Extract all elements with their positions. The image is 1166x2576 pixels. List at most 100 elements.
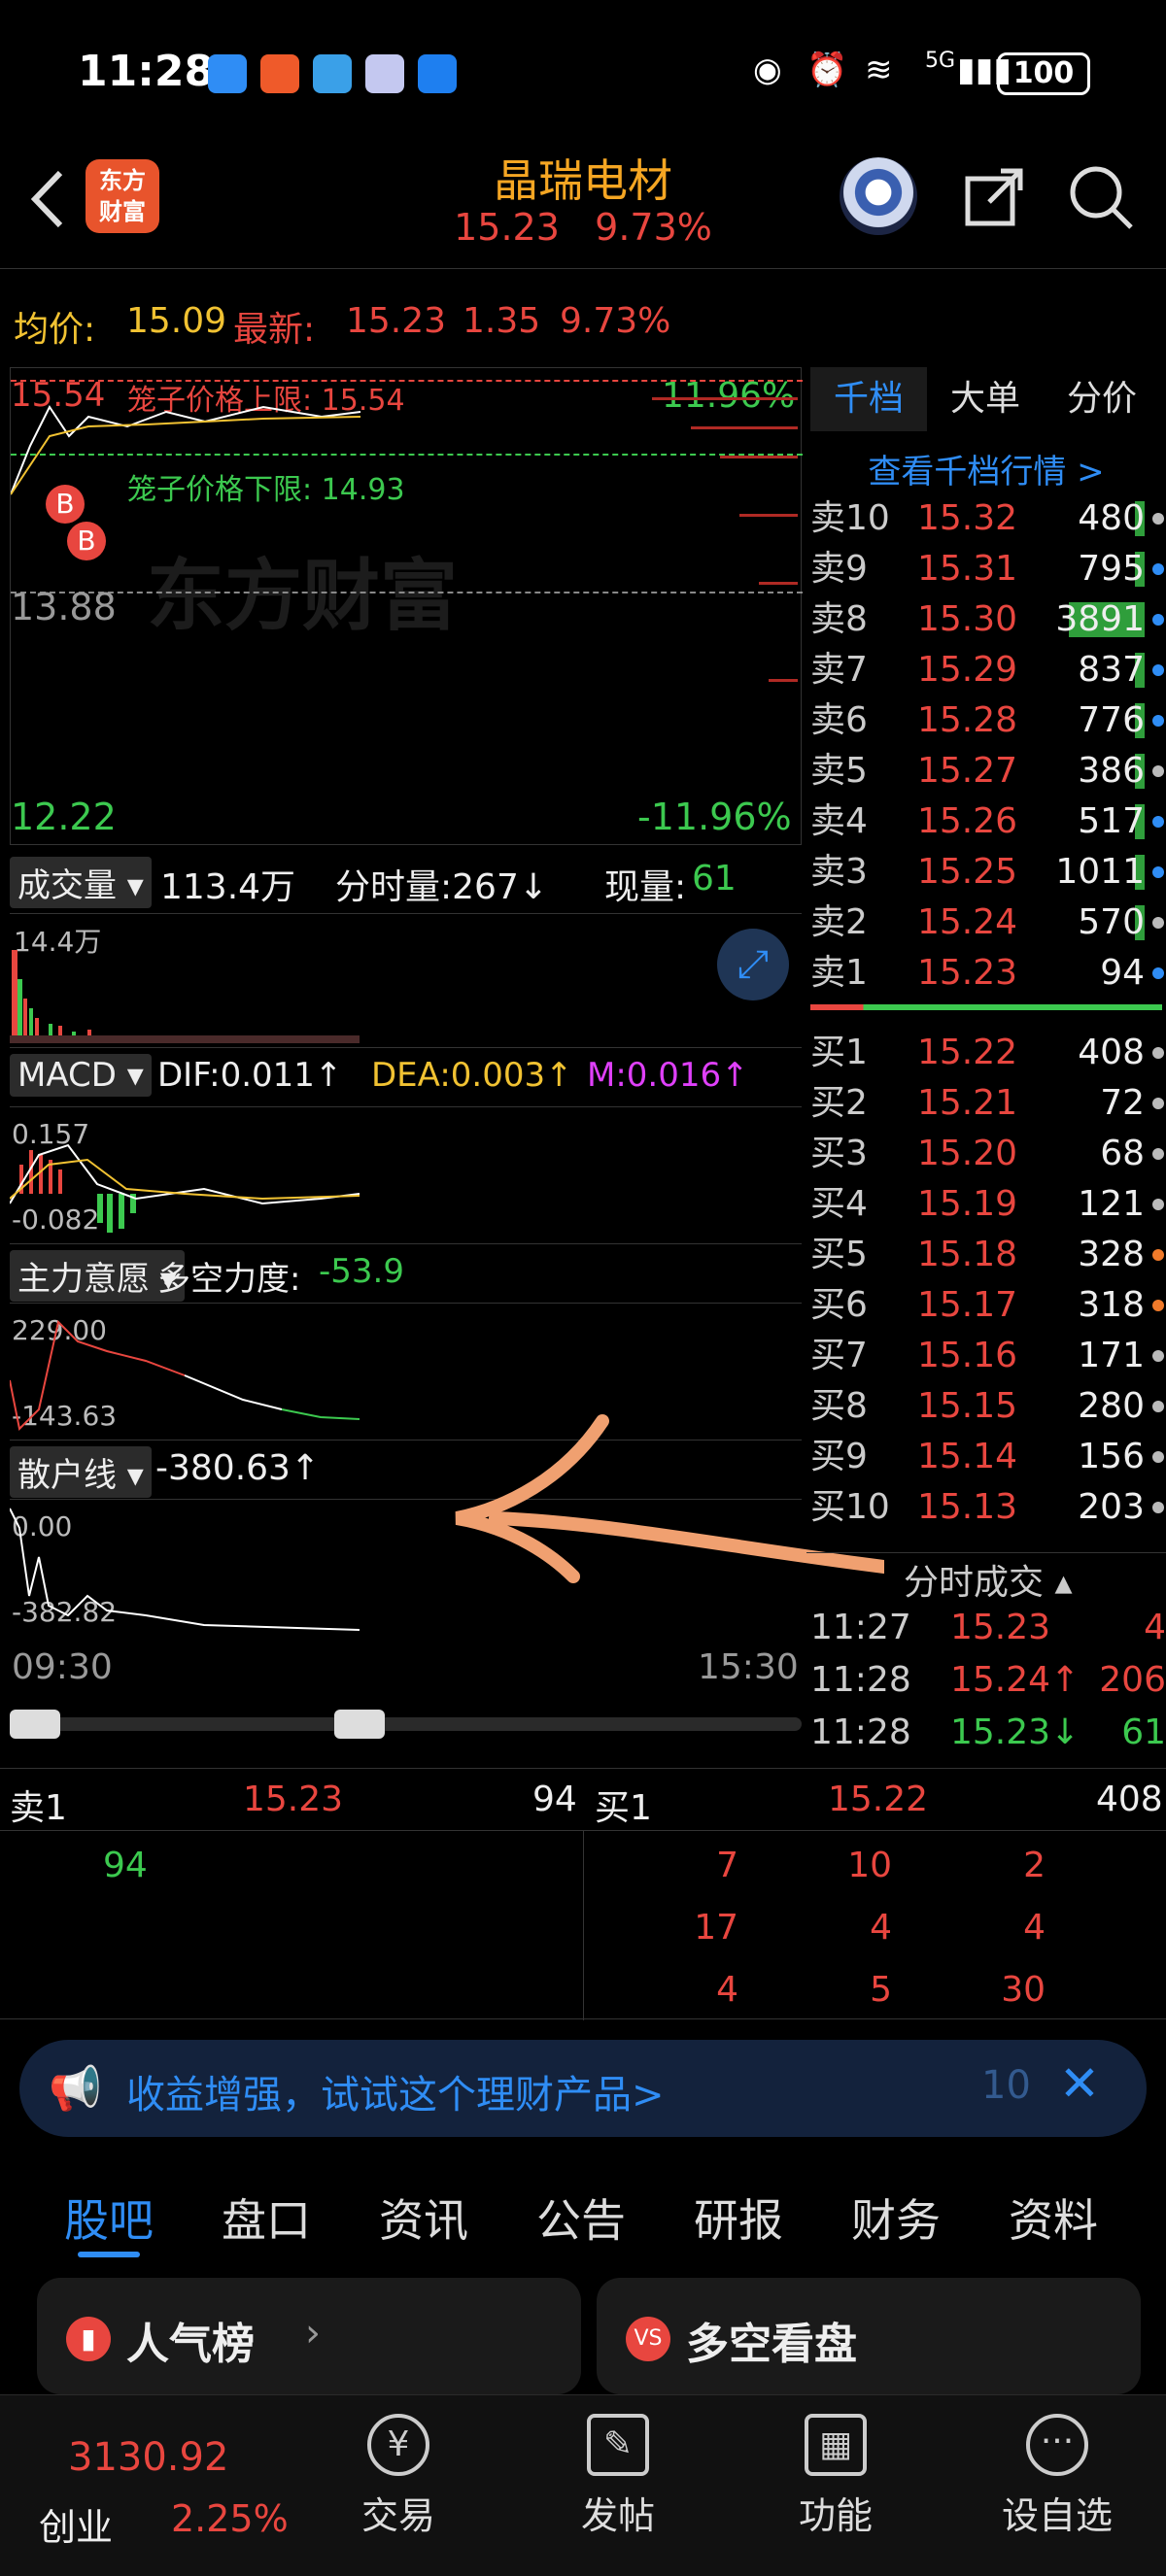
trade-price: 15.23	[950, 1608, 1051, 1647]
bid-row[interactable]: 买9 15.14 156	[810, 1432, 1166, 1482]
trade-price: 15.24↑	[950, 1660, 1080, 1700]
bid-order-size: 4	[870, 1908, 892, 1948]
time-range-slider[interactable]	[10, 1717, 802, 1731]
macd-panel: MACD ▾ DIF:0.011↑ DEA:0.003↑ M:0.016↑ 0.…	[10, 1047, 802, 1241]
bid-row[interactable]: 买10 15.13 203	[810, 1482, 1166, 1533]
app-notification-icon	[260, 54, 299, 93]
banner-text: 收益增强，试试这个理财产品>	[126, 2073, 665, 2118]
header-change-pct: 9.73%	[595, 206, 712, 249]
promo-banner[interactable]: 📢 收益增强，试试这个理财产品> 10 ✕	[19, 2040, 1147, 2137]
nav-add-watchlist[interactable]: ··· 设自选	[979, 2414, 1135, 2539]
popularity-card[interactable]: ▮ 人气榜 ›	[37, 2278, 581, 2394]
slider-left-handle[interactable]	[10, 1710, 60, 1739]
bid-row[interactable]: 买7 15.16 171	[810, 1331, 1166, 1381]
section-tab[interactable]: 财务	[851, 2186, 941, 2250]
book-price: 15.23	[917, 953, 1018, 993]
nav-post[interactable]: ✎ 发帖	[540, 2414, 696, 2539]
index-pct: 2.25%	[171, 2497, 289, 2540]
robot-assistant-icon[interactable]	[840, 157, 917, 235]
latest-price-label: 最新:	[233, 310, 316, 350]
indicator-dot-icon	[1152, 917, 1164, 929]
macd-dif: DIF:0.011↑	[157, 1056, 343, 1095]
ask-row[interactable]: 卖8 15.30 3891	[810, 594, 1166, 645]
bid-row[interactable]: 买3 15.20 68	[810, 1129, 1166, 1179]
book-price: 15.22	[917, 1033, 1018, 1072]
volume-indicator-select[interactable]: 成交量 ▾	[10, 857, 152, 908]
ask-row[interactable]: 卖1 15.23 94	[810, 948, 1166, 999]
close-icon[interactable]: ✕	[1059, 2055, 1100, 2112]
buy-marker-icon: B	[67, 522, 106, 560]
popularity-label: 人气榜	[126, 2320, 255, 2369]
ask-row[interactable]: 卖2 15.24 570	[810, 898, 1166, 948]
ask-row[interactable]: 卖5 15.27 386	[810, 746, 1166, 797]
tab-fenjia[interactable]: 分价	[1044, 367, 1160, 431]
header-price: 15.23	[454, 206, 560, 249]
time-start: 09:30	[12, 1647, 113, 1687]
bid-row[interactable]: 买1 15.22 408	[810, 1028, 1166, 1078]
section-tab[interactable]: 研报	[694, 2186, 783, 2250]
book-level: 卖9	[810, 549, 868, 589]
ask-row[interactable]: 卖6 15.28 776	[810, 695, 1166, 746]
book-level: 卖6	[810, 700, 868, 740]
view-qiandang-link[interactable]: 查看千档行情 >	[806, 445, 1166, 492]
ask-row[interactable]: 卖3 15.25 1011	[810, 847, 1166, 898]
share-icon[interactable]	[962, 165, 1026, 229]
slider-right-handle[interactable]	[334, 1710, 385, 1739]
ask-row[interactable]: 卖4 15.26 517	[810, 797, 1166, 847]
book-vol: 480	[1078, 498, 1145, 538]
expand-icon[interactable]: ⤢	[717, 929, 789, 1000]
nav-functions[interactable]: ▦ 功能	[758, 2414, 913, 2539]
section-tab[interactable]: 股吧	[64, 2186, 154, 2250]
force-label: 多空力度:	[157, 1260, 301, 1299]
indicator-dot-icon	[1152, 1502, 1164, 1513]
trade-vol: 206	[1099, 1660, 1166, 1700]
volume-panel: 成交量 ▾ 113.4万 分时量:267↓ 现量: 61 14.4万 ⤢	[10, 853, 802, 1043]
book-tabs: 千档 大单 分价	[806, 367, 1166, 431]
section-tab[interactable]: 资讯	[379, 2186, 468, 2250]
section-tab[interactable]: 盘口	[222, 2186, 311, 2250]
retail-indicator-select[interactable]: 散户线 ▾	[10, 1446, 152, 1498]
tab-qiandang[interactable]: 千档	[810, 367, 927, 431]
price-panel[interactable]: 东方财富 15.54 笼子价格上限: 15.54 笼子价格下限: 14.93 1…	[10, 367, 803, 845]
book-level: 卖2	[810, 902, 868, 942]
trade-time: 11:28	[810, 1712, 911, 1752]
bid-row[interactable]: 买6 15.17 318	[810, 1280, 1166, 1331]
indicator-dot-icon	[1152, 866, 1164, 878]
bid-order-size: 5	[870, 1970, 892, 2010]
indicator-dot-icon	[1152, 816, 1164, 828]
book-vol: 517	[1078, 801, 1145, 841]
macd-indicator-select[interactable]: MACD ▾	[10, 1054, 152, 1097]
tab-dadan[interactable]: 大单	[927, 367, 1044, 431]
book-level: 卖7	[810, 650, 868, 690]
trades-header[interactable]: 分时成交 ▴	[904, 1554, 1073, 1605]
ask-row[interactable]: 卖10 15.32 480	[810, 493, 1166, 544]
book-vol: 121	[1078, 1184, 1145, 1224]
bull-bear-card[interactable]: VS 多空看盘	[597, 2278, 1141, 2394]
nav-trade[interactable]: ¥ 交易	[321, 2414, 476, 2539]
book-vol: 3891	[1055, 599, 1145, 639]
bid-row[interactable]: 买2 15.21 72	[810, 1078, 1166, 1129]
indicator-dot-icon	[1152, 715, 1164, 727]
bid-row[interactable]: 买5 15.18 328	[810, 1230, 1166, 1280]
book-price: 15.16	[917, 1336, 1018, 1375]
back-arrow-icon[interactable]	[23, 165, 72, 233]
book-level: 买7	[810, 1336, 868, 1375]
section-tab[interactable]: 公告	[536, 2186, 626, 2250]
macd-m: M:0.016↑	[587, 1056, 749, 1095]
retail-value: -380.63↑	[155, 1448, 321, 1488]
volume-total: 113.4万	[160, 867, 296, 907]
bid-row[interactable]: 买8 15.15 280	[810, 1381, 1166, 1432]
eastmoney-logo: 东方 财富	[86, 159, 159, 233]
search-icon[interactable]	[1067, 163, 1135, 231]
retail-line-panel: 散户线 ▾ -380.63↑ 0.00 -382.82	[10, 1414, 884, 1634]
ask-row[interactable]: 卖9 15.31 795	[810, 544, 1166, 594]
bid-row[interactable]: 买4 15.19 121	[810, 1179, 1166, 1230]
book-price: 15.18	[917, 1235, 1018, 1274]
index-value[interactable]: 3130.92	[68, 2435, 228, 2480]
index-name[interactable]: 创业	[39, 2497, 113, 2551]
section-tab[interactable]: 资料	[1009, 2186, 1098, 2250]
ask-row[interactable]: 卖7 15.29 837	[810, 645, 1166, 695]
indicator-dot-icon	[1152, 614, 1164, 626]
indicator-dot-icon	[1152, 513, 1164, 525]
network-type: 5G	[925, 49, 956, 73]
